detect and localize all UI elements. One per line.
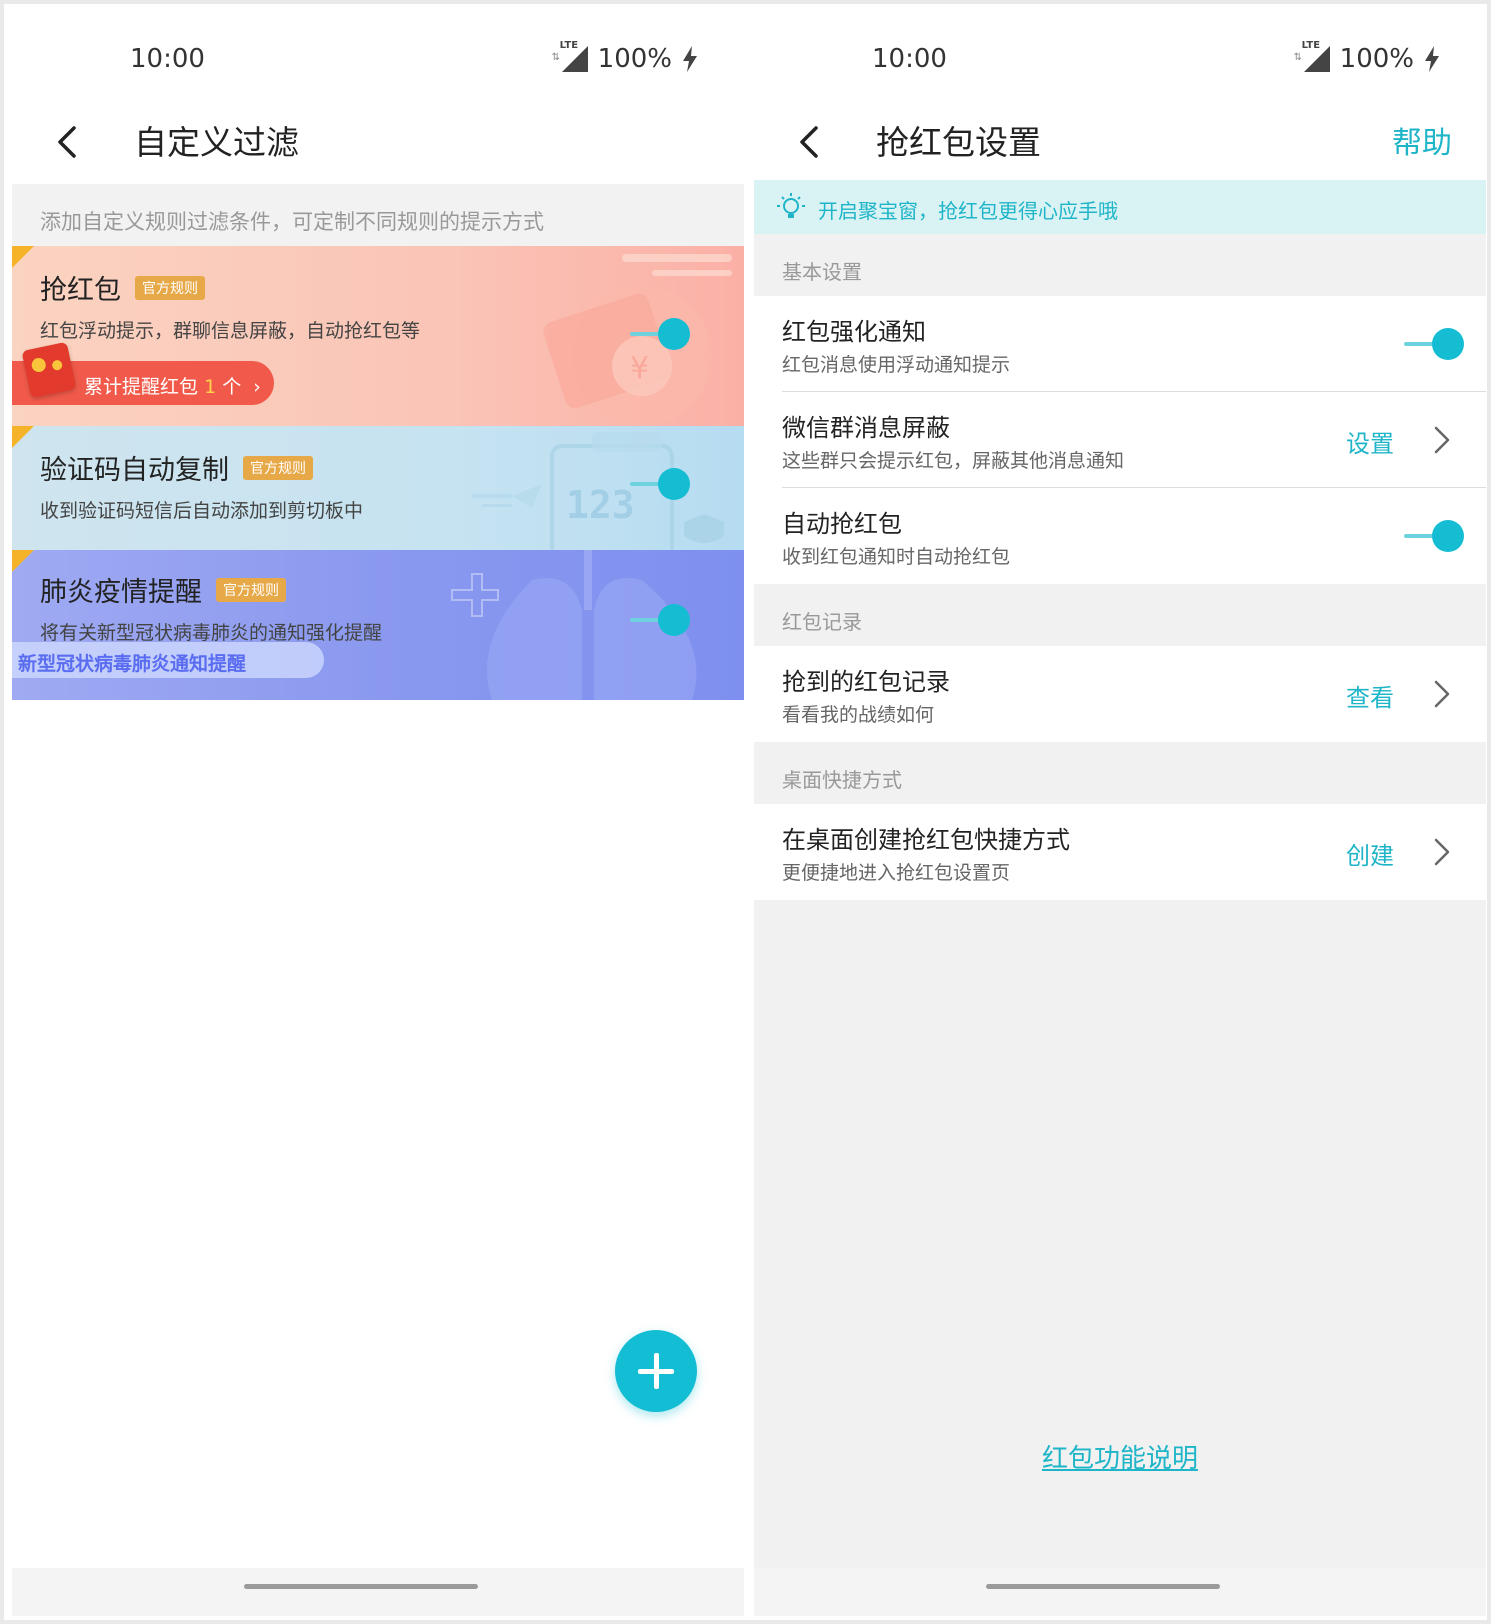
status-time: 10:00 — [130, 44, 205, 74]
add-rule-button[interactable] — [615, 1330, 697, 1412]
page-title: 抢红包设置 — [876, 123, 1041, 162]
chevron-right-icon — [1434, 680, 1450, 708]
official-corner-mark — [12, 246, 34, 268]
gesture-bar — [12, 1568, 744, 1616]
help-button[interactable]: 帮助 — [1392, 118, 1452, 162]
lungs-illustration-icon — [451, 550, 697, 700]
svg-text:123: 123 — [566, 483, 635, 527]
rule-subtitle: 红包浮动提示，群聊信息屏蔽，自动抢红包等 — [40, 320, 421, 342]
rule-title: 验证码自动复制 官方规则 — [40, 448, 313, 487]
rule-card-pneumonia-alert[interactable]: 肺炎疫情提醒 官方规则 将有关新型冠状病毒肺炎的通知强化提醒 新型冠状病毒肺炎通知… — [12, 550, 744, 700]
status-time: 10:00 — [872, 44, 947, 74]
row-title: 微信群消息屏蔽 — [782, 414, 950, 442]
status-right: ⇅ LTE 100% — [1294, 40, 1440, 74]
row-title: 红包强化通知 — [782, 318, 926, 346]
charging-icon — [683, 46, 697, 72]
screenshot-frame: 10:00 ⇅ LTE 100% 自定义过滤 添加自定义规则过滤条件，可定制不同规… — [4, 4, 1487, 1620]
rule-title: 肺炎疫情提醒 官方规则 — [40, 570, 286, 609]
row-title: 自动抢红包 — [782, 510, 902, 538]
status-bar: 10:00 ⇅ LTE 100% — [12, 8, 744, 98]
row-title: 在桌面创建抢红包快捷方式 — [782, 826, 1070, 854]
row-subtitle: 更便捷地进入抢红包设置页 — [782, 862, 1011, 884]
red-packet-settings-screen: 10:00 ⇅ LTE 100% 抢红包设置 帮助 开启聚宝窗，抢红包更得心应手… — [754, 8, 1486, 1616]
tip-text: 开启聚宝窗，抢红包更得心应手哦 — [818, 199, 1118, 223]
charging-icon — [1425, 46, 1439, 72]
row-enhanced-notification[interactable]: 红包强化通知 红包消息使用浮动通知提示 — [754, 296, 1486, 392]
settings-action[interactable]: 设置 — [1346, 424, 1394, 459]
page-title: 自定义过滤 — [134, 123, 299, 162]
svg-text:¥: ¥ — [630, 351, 649, 386]
feature-guide-link[interactable]: 红包功能说明 — [754, 1438, 1486, 1475]
official-corner-mark — [12, 426, 34, 448]
rule-title: 抢红包 官方规则 — [40, 268, 205, 307]
chevron-right-icon — [1434, 426, 1450, 454]
lightbulb-icon — [777, 193, 805, 218]
row-subtitle: 收到红包通知时自动抢红包 — [782, 546, 1011, 568]
chevron-right-icon: › — [253, 376, 261, 398]
official-badge: 官方规则 — [135, 275, 205, 300]
view-action[interactable]: 查看 — [1346, 678, 1394, 713]
create-action[interactable]: 创建 — [1346, 836, 1394, 871]
official-badge: 官方规则 — [243, 455, 313, 480]
tip-bar[interactable]: 开启聚宝窗，抢红包更得心应手哦 — [754, 180, 1486, 234]
status-bar: 10:00 ⇅ LTE 100% — [754, 8, 1486, 98]
lte-signal-icon: ⇅ LTE — [552, 40, 588, 72]
chevron-right-icon — [1434, 838, 1450, 866]
red-packet-count: 1 — [204, 376, 217, 398]
pneumonia-alert-banner: 新型冠状病毒肺炎通知提醒 — [12, 642, 324, 678]
custom-filter-screen: 10:00 ⇅ LTE 100% 自定义过滤 添加自定义规则过滤条件，可定制不同规… — [12, 8, 744, 1616]
row-grabbed-records[interactable]: 抢到的红包记录 看看我的战绩如何 查看 — [754, 646, 1486, 742]
back-button[interactable] — [788, 120, 832, 164]
red-envelope-icon — [21, 341, 77, 399]
section-header-records: 红包记录 — [782, 610, 862, 634]
rule-toggle-red-packet[interactable] — [630, 318, 690, 350]
rule-subtitle: 将有关新型冠状病毒肺炎的通知强化提醒 — [40, 622, 383, 644]
auto-grab-toggle[interactable] — [1404, 520, 1464, 552]
rule-toggle-verification-code[interactable] — [630, 468, 690, 500]
title-bar: 自定义过滤 — [12, 98, 744, 186]
status-right: ⇅ LTE 100% — [552, 40, 698, 74]
row-subtitle: 看看我的战绩如何 — [782, 704, 935, 726]
chevron-left-icon — [58, 126, 76, 158]
row-wechat-group-block[interactable]: 微信群消息屏蔽 这些群只会提示红包，屏蔽其他消息通知 设置 — [754, 392, 1486, 488]
row-subtitle: 红包消息使用浮动通知提示 — [782, 354, 1011, 376]
chevron-left-icon — [800, 126, 818, 158]
rule-toggle-pneumonia-alert[interactable] — [630, 604, 690, 636]
enhanced-notification-toggle[interactable] — [1404, 328, 1464, 360]
battery-text: 100% — [597, 44, 672, 74]
row-create-shortcut[interactable]: 在桌面创建抢红包快捷方式 更便捷地进入抢红包设置页 创建 — [754, 804, 1486, 900]
home-indicator[interactable] — [986, 1584, 1220, 1589]
row-subtitle: 这些群只会提示红包，屏蔽其他消息通知 — [782, 450, 1125, 472]
back-button[interactable] — [46, 120, 90, 164]
section-header-basic: 基本设置 — [782, 260, 862, 284]
filter-description: 添加自定义规则过滤条件，可定制不同规则的提示方式 — [12, 184, 744, 246]
official-corner-mark — [12, 550, 34, 572]
title-bar: 抢红包设置 帮助 — [754, 98, 1486, 186]
row-auto-grab[interactable]: 自动抢红包 收到红包通知时自动抢红包 — [754, 488, 1486, 584]
rule-card-red-packet[interactable]: ¥ 抢红包 官方规则 红包浮动提示，群聊信息屏蔽，自动抢红包等 累计提醒红包 1 … — [12, 246, 744, 426]
section-header-shortcut: 桌面快捷方式 — [782, 768, 902, 792]
lte-signal-icon: ⇅ LTE — [1294, 40, 1330, 72]
rule-subtitle: 收到验证码短信后自动添加到剪切板中 — [40, 500, 364, 522]
home-indicator[interactable] — [244, 1584, 478, 1589]
official-badge: 官方规则 — [216, 577, 286, 602]
gesture-bar — [754, 1568, 1486, 1616]
sms-code-illustration-icon: 123 — [472, 432, 724, 550]
row-title: 抢到的红包记录 — [782, 668, 950, 696]
rule-card-verification-code[interactable]: 123 验证码自动复制 官方规则 收到验证码短信后自动添加到剪切板中 — [12, 426, 744, 550]
battery-text: 100% — [1339, 44, 1414, 74]
